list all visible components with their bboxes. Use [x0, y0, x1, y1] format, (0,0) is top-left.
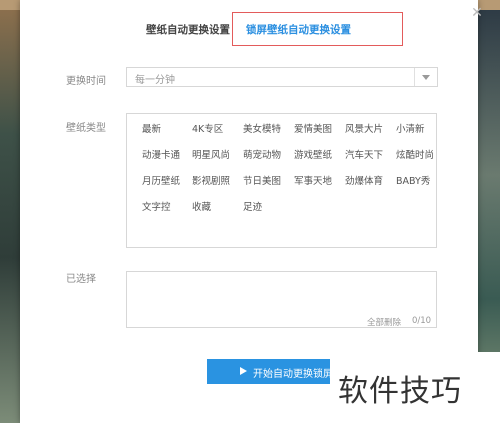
category-item[interactable]: 4K专区	[192, 121, 223, 135]
category-item[interactable]: 小清新	[396, 121, 425, 135]
category-item[interactable]: 炫酷时尚	[396, 147, 434, 161]
tab-wallpaper-auto-change[interactable]: 壁纸自动更换设置	[146, 22, 230, 37]
tab-lockscreen-auto-change[interactable]: 锁屏壁纸自动更换设置	[246, 22, 351, 37]
wallpaper-strip-left	[0, 10, 20, 423]
wallpaper-type-list: 最新 4K专区 美女模特 爱情美图 风景大片 小清新 动漫卡通 明星风尚 萌宠动…	[126, 113, 437, 248]
category-item[interactable]: 军事天地	[294, 173, 332, 187]
category-item[interactable]: 风景大片	[345, 121, 383, 135]
category-item[interactable]: 劲爆体育	[345, 173, 383, 187]
chevron-down-icon	[422, 75, 430, 80]
category-item[interactable]: 汽车天下	[345, 147, 383, 161]
clear-all-button[interactable]: 全部删除	[367, 316, 401, 328]
category-item[interactable]: 爱情美图	[294, 121, 332, 135]
category-item[interactable]: 萌宠动物	[243, 147, 281, 161]
close-icon[interactable]: ✕	[470, 6, 484, 20]
category-item[interactable]: 游戏壁纸	[294, 147, 332, 161]
start-button-label: 开始自动更换锁屏	[253, 369, 333, 380]
watermark-text: 软件技巧	[338, 374, 462, 409]
wallpaper-type-label: 壁纸类型	[66, 123, 106, 134]
selected-label: 已选择	[66, 274, 96, 285]
category-item[interactable]: 文字控	[142, 199, 171, 213]
selected-list: 全部删除 0/10	[126, 271, 437, 328]
category-item[interactable]: 节日美图	[243, 173, 281, 187]
selected-count: 0/10	[412, 316, 432, 326]
category-item[interactable]: 收藏	[192, 199, 211, 213]
dropdown-button[interactable]	[414, 68, 437, 86]
category-item[interactable]: 最新	[142, 121, 161, 135]
play-icon	[240, 367, 247, 375]
category-item[interactable]: 动漫卡通	[142, 147, 180, 161]
category-item[interactable]: 足迹	[243, 199, 262, 213]
category-item[interactable]: 影视剧照	[192, 173, 230, 187]
interval-select[interactable]: 每一分钟	[126, 67, 438, 87]
interval-value: 每一分钟	[135, 75, 175, 86]
category-item[interactable]: BABY秀	[396, 173, 430, 187]
watermark: 软件技巧	[330, 352, 500, 423]
category-item[interactable]: 月历壁纸	[142, 173, 180, 187]
category-item[interactable]: 明星风尚	[192, 147, 230, 161]
interval-label: 更换时间	[66, 76, 106, 87]
category-item[interactable]: 美女模特	[243, 121, 281, 135]
